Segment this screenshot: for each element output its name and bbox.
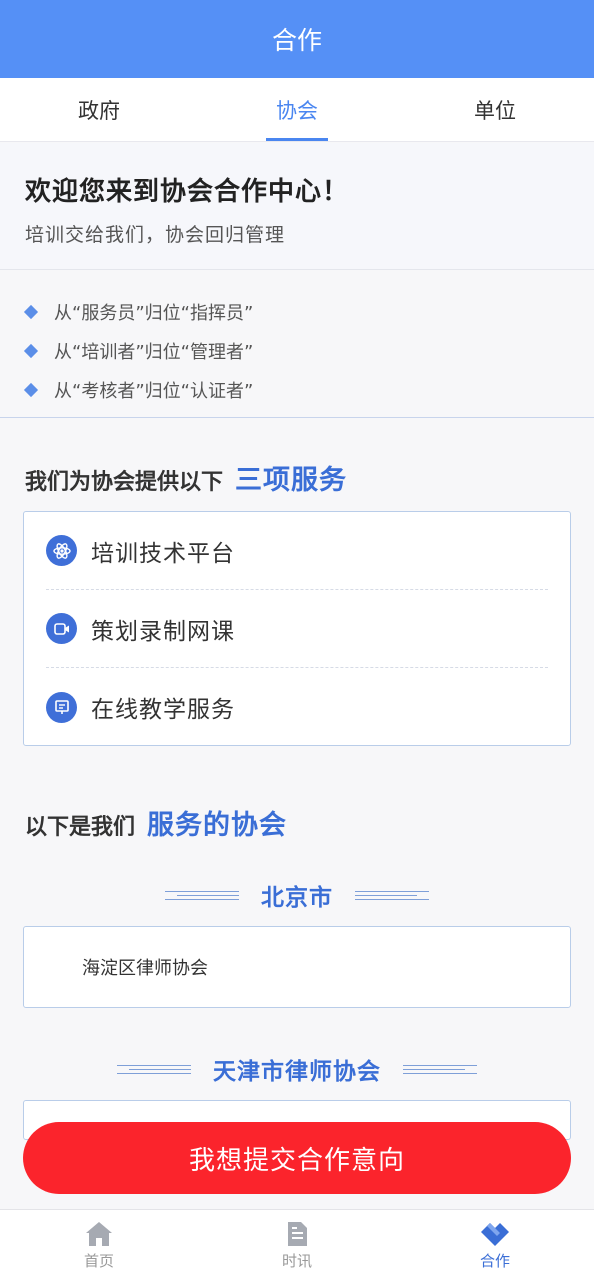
decorative-lines [117,1064,191,1074]
service-item-training-platform[interactable]: 培训技术平台 [46,512,548,590]
list-item[interactable]: 海淀区律师协会 [24,927,570,1007]
presentation-icon [46,691,77,723]
nav-item-cooperation[interactable]: 合作 [396,1210,594,1280]
services-list: 培训技术平台 策划录制网课 在线教学服务 [23,511,571,746]
value-point: 从“培训者”归位“管理者” [0,331,594,370]
decorative-lines [355,890,429,900]
page-title: 合作 [271,26,322,55]
decorative-lines [165,890,239,900]
value-point: 从“考核者”归位“认证者” [0,370,594,409]
atom-icon [46,535,77,566]
welcome-title: 欢迎您来到协会合作中心！ [25,177,350,207]
value-points: 从“服务员”归位“指挥员” 从“培训者”归位“管理者” 从“考核者”归位“认证者… [0,270,594,418]
service-item-online-course[interactable]: 策划录制网课 [46,590,548,668]
diamond-bullet-icon [23,304,39,319]
tab-company[interactable]: 单位 [396,78,594,141]
association-list: 海淀区律师协会 [23,926,571,1008]
bottom-nav: 首页 时讯 合作 [0,1209,594,1280]
video-icon [46,613,77,644]
app-header: 合作 [0,0,594,78]
cooperation-icon [481,1222,509,1246]
tab-association[interactable]: 协会 [198,78,396,141]
document-icon [288,1221,307,1246]
nav-item-home[interactable]: 首页 [0,1210,198,1280]
welcome-banner: 欢迎您来到协会合作中心！ 培训交给我们，协会回归管理 [0,143,594,270]
decorative-lines [403,1064,477,1074]
home-icon [86,1221,112,1246]
value-point: 从“服务员”归位“指挥员” [0,292,594,331]
service-item-online-teaching[interactable]: 在线教学服务 [46,668,548,746]
associations-section-title: 以下是我们 服务的协会 [25,810,288,841]
city-heading: 天津市律师协会 [0,1052,594,1086]
tab-government[interactable]: 政府 [0,78,198,141]
welcome-subtitle: 培训交给我们，协会回归管理 [25,224,286,246]
city-heading: 北京市 [0,878,594,912]
services-section-title: 我们为协会提供以下 三项服务 [25,465,348,496]
submit-cooperation-button[interactable]: 我想提交合作意向 [23,1122,571,1194]
diamond-bullet-icon [23,382,39,397]
diamond-bullet-icon [23,343,39,358]
category-tabs: 政府 协会 单位 [0,78,594,142]
nav-item-news[interactable]: 时讯 [198,1210,396,1280]
